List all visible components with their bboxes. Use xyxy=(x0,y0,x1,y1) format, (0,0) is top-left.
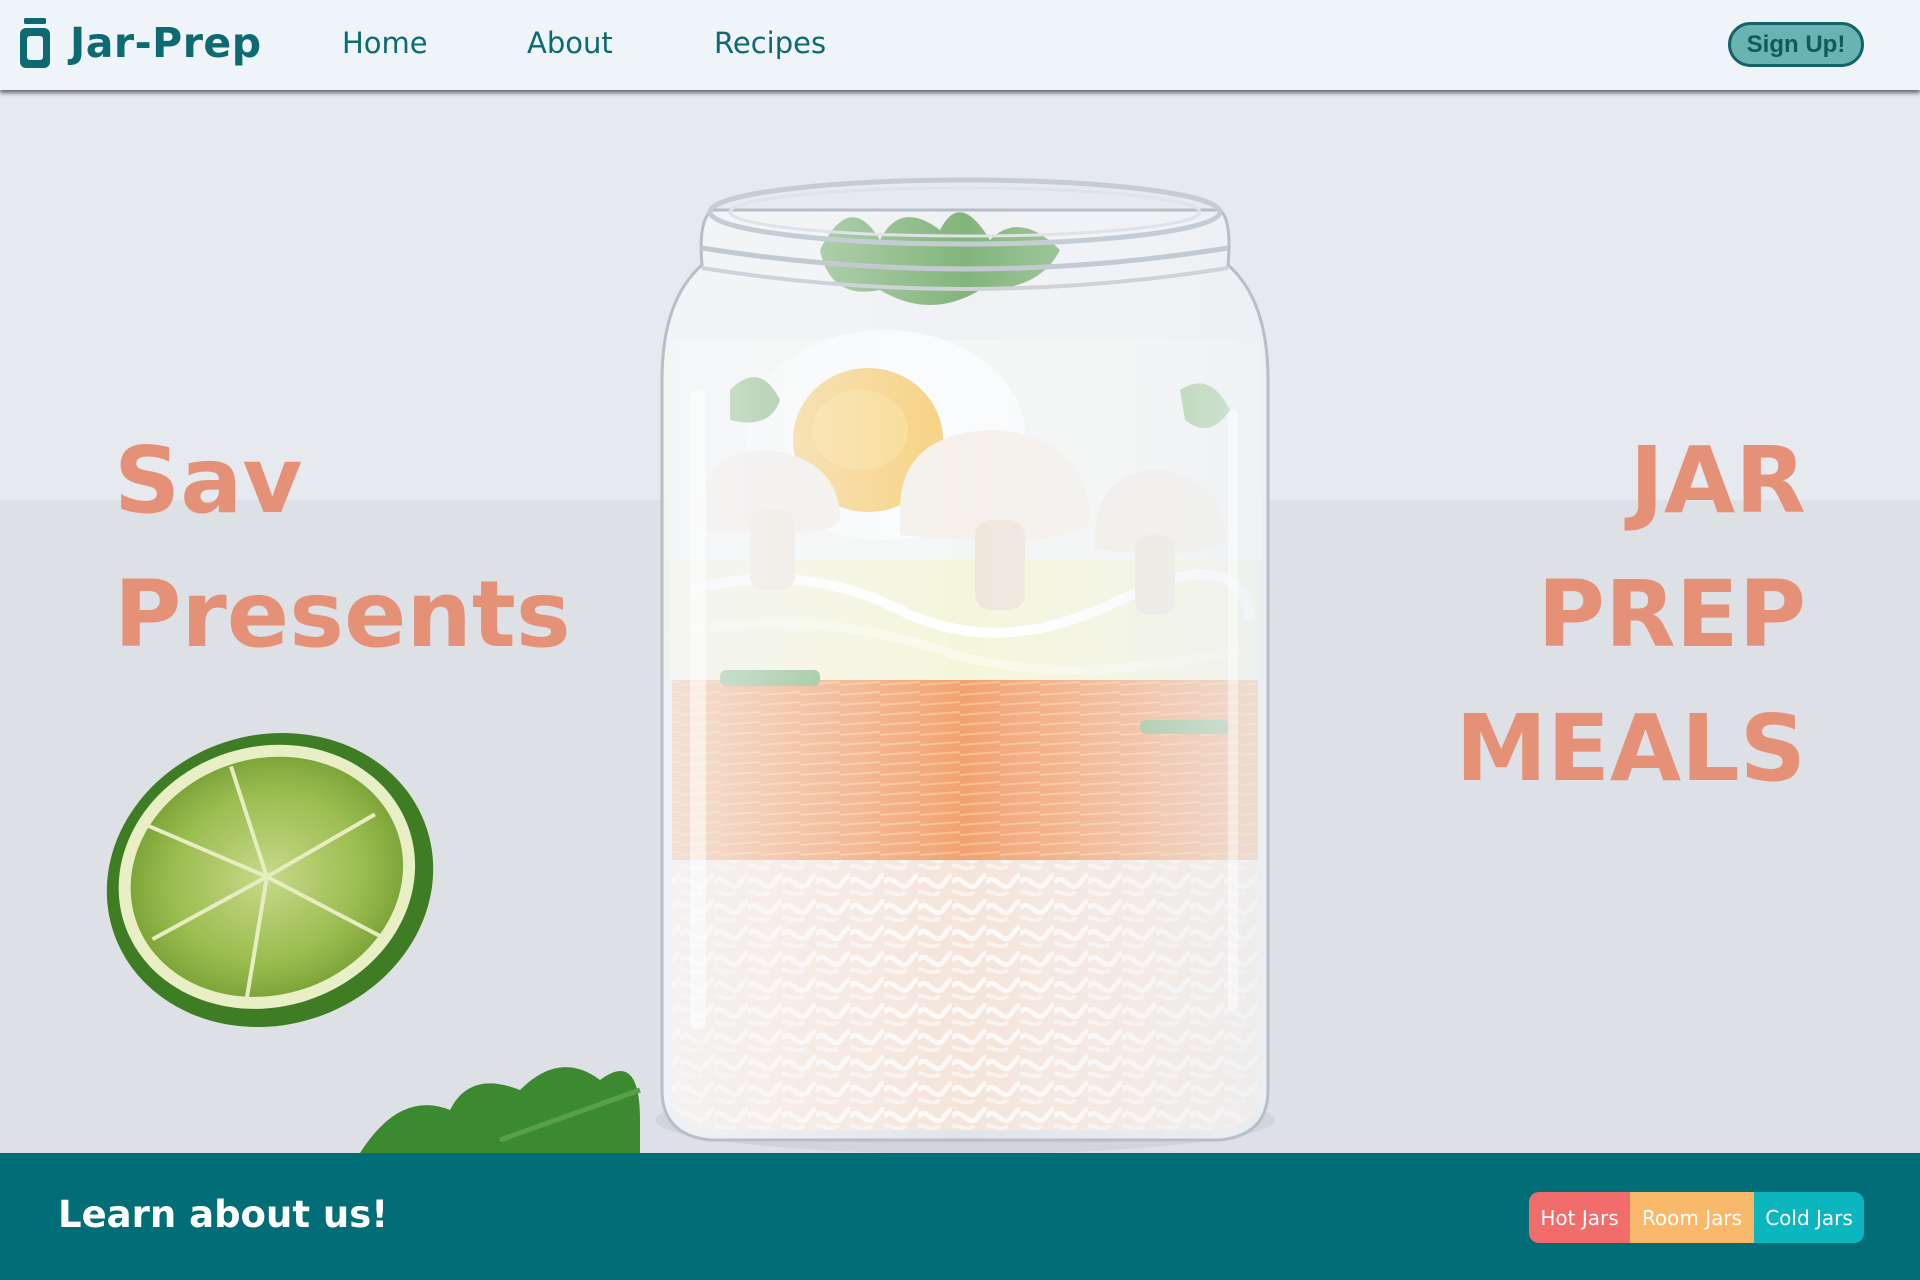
hero-left-heading: Sav Presents xyxy=(114,414,571,682)
brand-name: Jar-Prep xyxy=(70,19,262,67)
nav-link-home[interactable]: Home xyxy=(342,26,428,60)
hero-right-line: PREP xyxy=(1537,561,1806,668)
footer-bar: Learn about us! Hot Jars Room Jars Cold … xyxy=(0,1153,1920,1280)
nav-link-about[interactable]: About xyxy=(527,26,613,60)
hero-left-line: Sav xyxy=(114,427,303,534)
room-jars-button[interactable]: Room Jars xyxy=(1630,1192,1754,1243)
navbar: Jar-Prep Home About Recipes Sign Up! xyxy=(0,0,1920,90)
brand-link[interactable]: Jar-Prep xyxy=(20,18,262,68)
signup-button[interactable]: Sign Up! xyxy=(1728,22,1864,67)
cold-jars-button[interactable]: Cold Jars xyxy=(1754,1192,1864,1243)
hero-banner: Sav Presents JAR PREP MEALS xyxy=(0,90,1920,1153)
hero-right-heading: JAR PREP MEALS xyxy=(1456,414,1806,816)
hero-left-line: Presents xyxy=(114,561,571,668)
jar-icon xyxy=(20,18,50,68)
jar-category-group: Hot Jars Room Jars Cold Jars xyxy=(1529,1192,1864,1243)
hero-right-line: MEALS xyxy=(1455,695,1806,802)
hot-jars-button[interactable]: Hot Jars xyxy=(1529,1192,1630,1243)
nav-link-recipes[interactable]: Recipes xyxy=(714,26,826,60)
hero-right-line: JAR xyxy=(1629,427,1806,534)
footer-title: Learn about us! xyxy=(58,1193,389,1236)
